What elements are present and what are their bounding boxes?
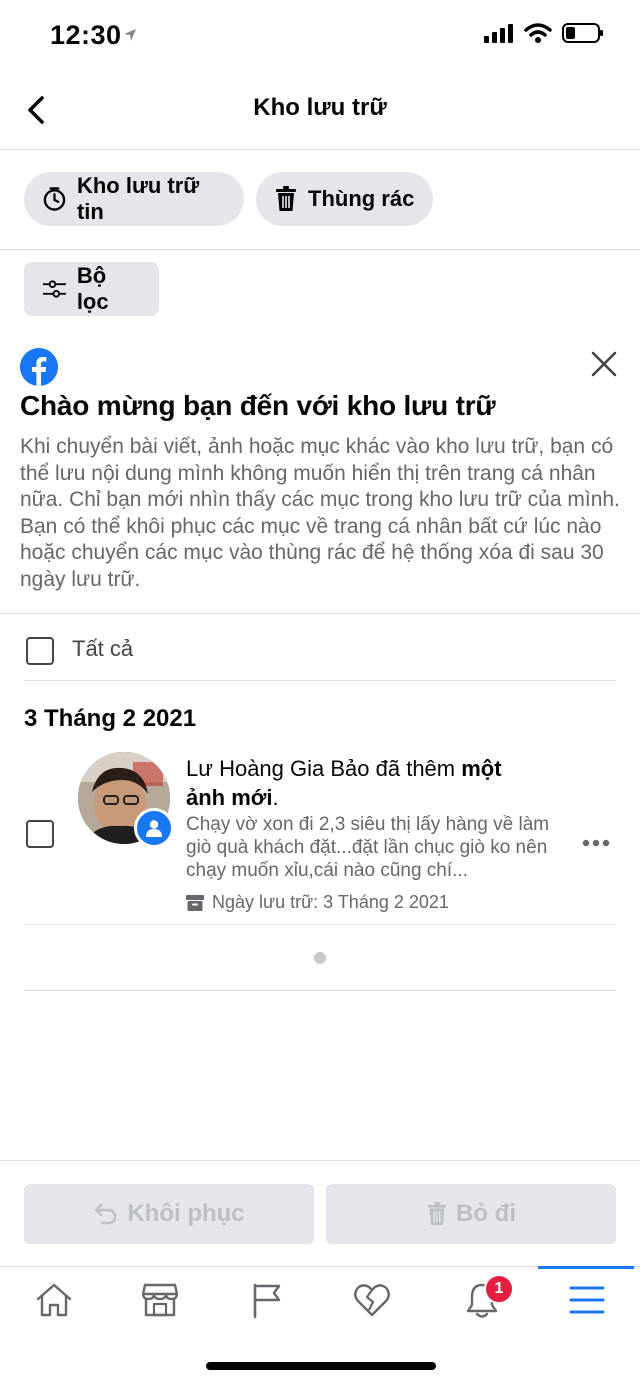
more-dots-icon: [582, 839, 610, 847]
loading-indicator: [314, 952, 326, 964]
undo-icon: [95, 1203, 117, 1225]
trash-button[interactable]: Thùng rác: [256, 172, 433, 226]
item-snippet: Chạy vờ xon đi 2,3 siêu thị lấy hàng về …: [186, 814, 550, 881]
item-title-suffix: .: [272, 785, 279, 810]
profile-badge-icon: [134, 808, 174, 848]
tab-dating[interactable]: [340, 1278, 404, 1322]
trash-icon: [427, 1202, 447, 1225]
welcome-description: Khi chuyển bài viết, ảnh hoặc mục khác v…: [20, 435, 620, 591]
welcome-divider: [0, 613, 640, 614]
discard-button[interactable]: Bỏ đi: [326, 1184, 616, 1244]
discard-label: Bỏ đi: [456, 1200, 516, 1227]
trash-icon: [276, 186, 296, 211]
archived-date-label: Ngày lưu trữ: 3 Tháng 2 2021: [212, 892, 449, 912]
notification-count-badge: 1: [484, 1274, 514, 1304]
header-divider: [0, 149, 640, 150]
item-title[interactable]: Lư Hoàng Gia Bảo đã thêm một ảnh mới.: [186, 754, 546, 812]
select-all-divider: [24, 680, 616, 681]
tab-menu[interactable]: [555, 1278, 619, 1322]
status-indicators: [484, 22, 604, 44]
tab-marketplace[interactable]: [128, 1278, 192, 1322]
welcome-title: Chào mừng bạn đến với kho lưu trữ: [20, 390, 496, 421]
archived-date-row: Ngày lưu trữ: 3 Tháng 2 2021: [186, 892, 449, 913]
close-welcome-button[interactable]: [590, 350, 618, 378]
status-time: 12:30: [50, 20, 122, 50]
filter-button[interactable]: Bộ lọc: [24, 262, 159, 316]
hamburger-menu-icon: [569, 1286, 605, 1314]
story-archive-label: Kho lưu trữ tin: [76, 173, 200, 224]
page-title: Kho lưu trữ: [253, 94, 387, 121]
shop-icon: [141, 1283, 179, 1317]
heart-icon: [354, 1284, 390, 1317]
trash-label: Thùng rác: [308, 186, 415, 211]
location-arrow-icon: [123, 28, 137, 47]
facebook-logo-icon: [20, 348, 58, 386]
close-icon: [591, 351, 617, 377]
flag-icon: [253, 1283, 281, 1319]
signal-icon: [484, 24, 513, 43]
home-icon: [36, 1283, 72, 1317]
active-tab-indicator: [538, 1266, 634, 1269]
archive-box-icon: [186, 894, 204, 911]
item-title-author-text: Lư Hoàng Gia Bảo đã thêm: [186, 756, 462, 781]
tab-home[interactable]: [22, 1278, 86, 1322]
home-indicator: [206, 1362, 436, 1370]
filter-label: Bộ lọc: [76, 263, 109, 314]
actions-divider: [0, 1160, 640, 1161]
restore-button[interactable]: Khôi phục: [24, 1184, 314, 1244]
tab-pages[interactable]: [234, 1278, 298, 1322]
item-checkbox[interactable]: [26, 820, 54, 848]
select-all-checkbox[interactable]: [26, 637, 54, 665]
sliders-icon: [42, 280, 66, 298]
story-archive-button[interactable]: Kho lưu trữ tin: [24, 172, 244, 226]
battery-icon: [562, 23, 603, 43]
section-date-heading: 3 Tháng 2 2021: [24, 705, 197, 732]
pills-divider: [0, 249, 640, 250]
list-end-divider: [24, 990, 616, 991]
item-divider: [24, 924, 616, 925]
clock-icon: [43, 187, 66, 211]
select-all-label: Tất cả: [72, 636, 134, 661]
wifi-icon: [524, 23, 552, 43]
restore-label: Khôi phục: [127, 1200, 245, 1227]
more-options-button[interactable]: [582, 822, 610, 854]
